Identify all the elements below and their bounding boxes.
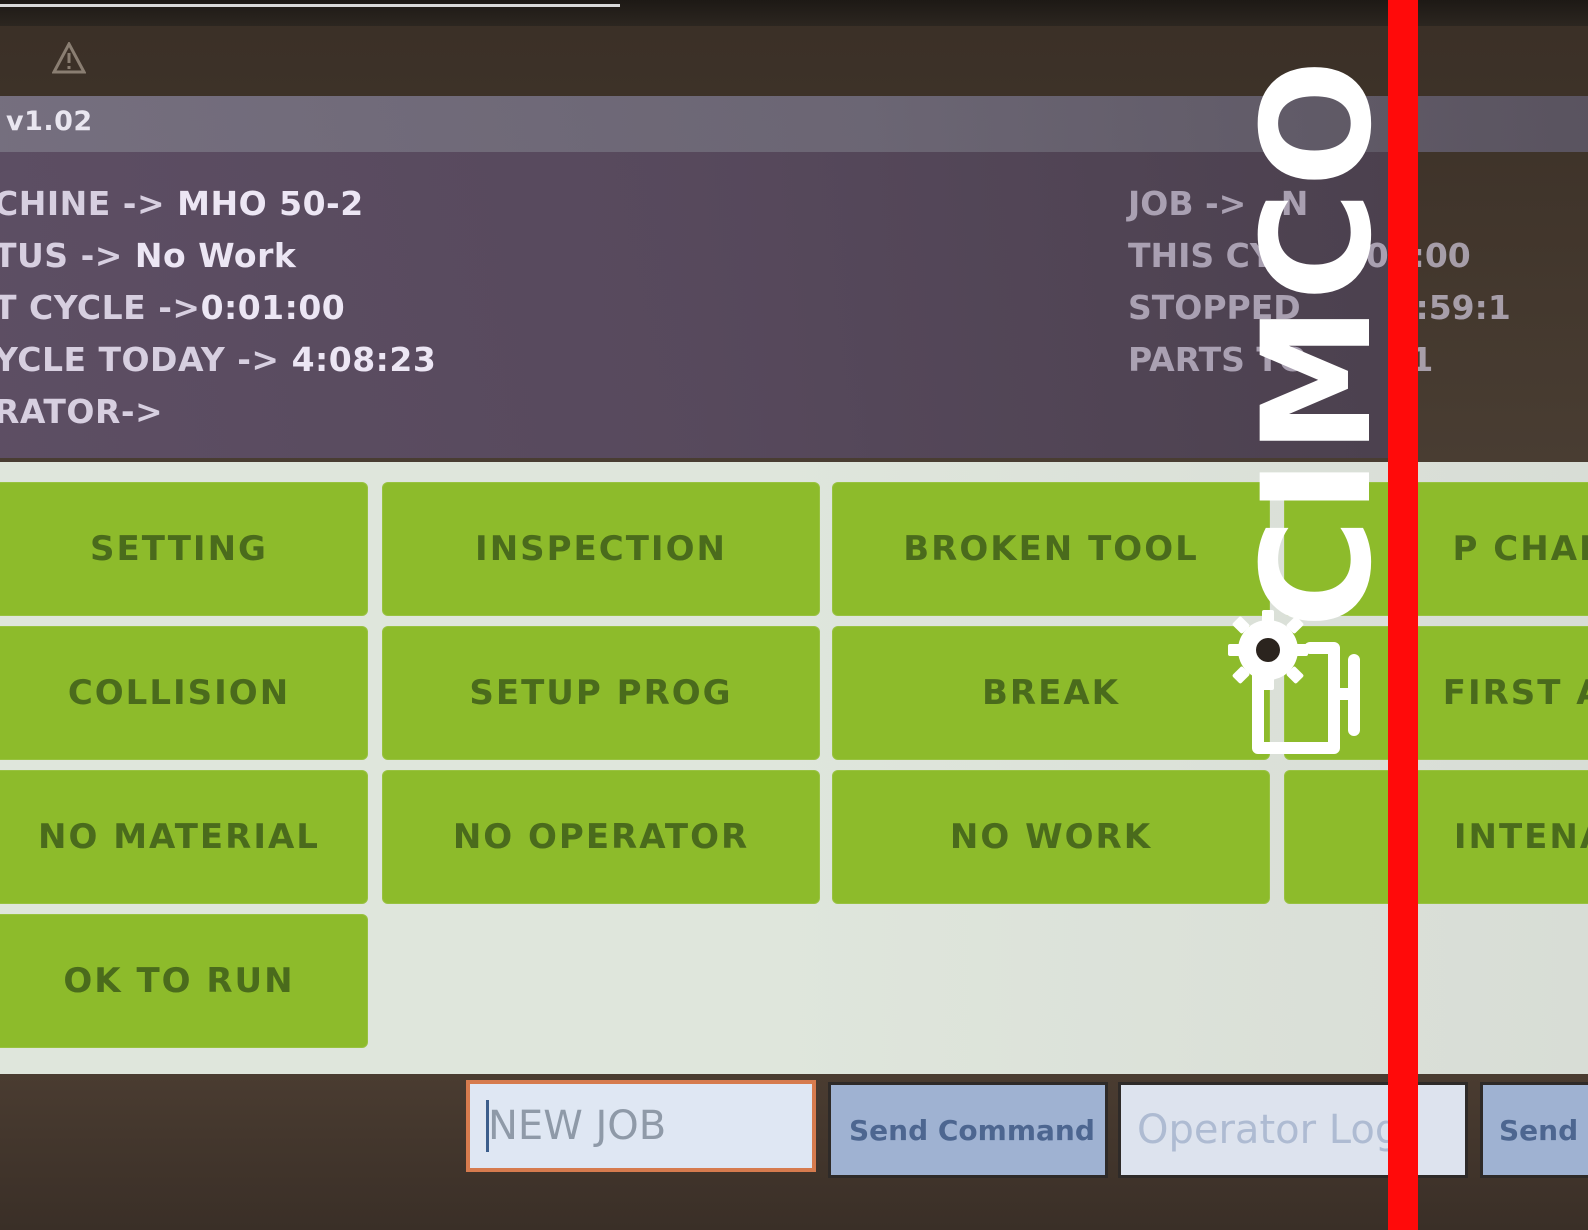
info-row-operator: RATOR-> <box>0 392 164 431</box>
info-row-cycle-today: YCLE TODAY -> 4:08:23 <box>0 340 437 379</box>
maintenance-button[interactable]: INTENA <box>1284 770 1588 904</box>
broken-tool-button[interactable]: BROKEN TOOL <box>832 482 1270 616</box>
collision-button[interactable]: COLLISION <box>0 626 368 760</box>
new-job-input[interactable]: NEW JOB <box>466 1080 816 1172</box>
send-command-button[interactable]: Send Command <box>828 1082 1108 1178</box>
top-bar-line <box>0 4 620 7</box>
setup-prog-button[interactable]: SETUP PROG <box>382 626 820 760</box>
ok-to-run-button[interactable]: OK TO RUN <box>0 914 368 1048</box>
no-work-button[interactable]: NO WORK <box>832 770 1270 904</box>
no-operator-button[interactable]: NO OPERATOR <box>382 770 820 904</box>
no-material-button[interactable]: NO MATERIAL <box>0 770 368 904</box>
break-button[interactable]: BREAK <box>832 626 1270 760</box>
top-bar <box>0 0 1588 26</box>
cimco-logo-text: CIMCO <box>1231 55 1405 629</box>
gear-screen-icon <box>1228 610 1360 754</box>
machine-info-left: CHINE -> MHO 50-2 TUS -> No Work T CYCLE… <box>0 178 436 438</box>
info-row-machine: CHINE -> MHO 50-2 <box>0 184 364 223</box>
info-row-last-cycle: T CYCLE ->0:01:00 <box>0 288 346 327</box>
warning-icon[interactable] <box>52 42 86 74</box>
inspection-button[interactable]: INSPECTION <box>382 482 820 616</box>
setting-button[interactable]: SETTING <box>0 482 368 616</box>
send-button[interactable]: Send <box>1480 1082 1588 1178</box>
text-caret <box>486 1100 489 1152</box>
info-row-status: TUS -> No Work <box>0 236 297 275</box>
version-label: v1.02 <box>6 106 93 137</box>
